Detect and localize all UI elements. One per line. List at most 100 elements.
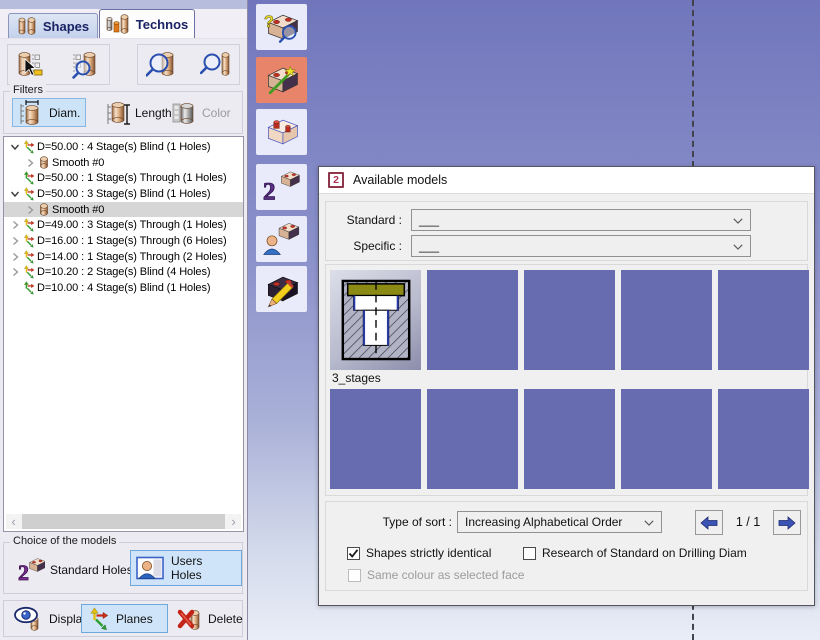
standard-holes-button[interactable]: 2 Standard Holes <box>12 552 138 588</box>
checked-checkbox-icon[interactable] <box>347 547 360 560</box>
query-models-button[interactable]: ? <box>256 4 307 50</box>
filters-group: Diam. Length Color <box>3 91 243 134</box>
tab-shapes[interactable]: Shapes <box>8 13 98 38</box>
planes-arrows-icon <box>87 607 111 631</box>
checkbox-shapes-strictly-identical[interactable]: Shapes strictly identical <box>347 546 491 560</box>
tab-technos[interactable]: Technos <box>99 9 195 38</box>
arrow-left-icon <box>700 516 718 530</box>
dialog-title: Available models <box>353 173 447 187</box>
model-tile-3-stages[interactable] <box>330 270 421 370</box>
tree-item[interactable]: D=50.00 : 1 Stage(s) Through (1 Holes) <box>4 170 243 186</box>
empty-model-slot[interactable] <box>621 270 712 370</box>
actions-group: Display Planes Delete <box>3 600 243 637</box>
tree-horizontal-scrollbar[interactable]: ‹ › <box>6 514 241 529</box>
unchecked-checkbox-icon[interactable] <box>523 547 536 560</box>
block-faces-icon <box>262 113 302 151</box>
locate-hole-in-tree-button[interactable] <box>65 48 107 82</box>
scrollbar-thumb[interactable] <box>22 514 225 529</box>
tree-item[interactable]: D=50.00 : 4 Stage(s) Blind (1 Holes) <box>4 139 243 155</box>
empty-model-slot[interactable] <box>427 270 518 370</box>
empty-model-slot[interactable] <box>718 270 809 370</box>
hole-green-icon <box>21 281 37 295</box>
tree-item[interactable]: D=14.00 : 1 Stage(s) Through (2 Holes) <box>4 249 243 265</box>
empty-model-slot[interactable] <box>330 389 421 489</box>
chevron-right-icon[interactable] <box>8 267 21 277</box>
specific-label: Specific : <box>328 239 411 253</box>
tree-item-label: D=50.00 : 1 Stage(s) Through (1 Holes) <box>37 172 227 184</box>
chevron-right-icon[interactable] <box>8 236 21 246</box>
previous-page-button[interactable] <box>695 510 723 535</box>
tree-item[interactable]: D=16.00 : 1 Stage(s) Through (6 Holes) <box>4 233 243 249</box>
users-holes-button[interactable]: Users Holes <box>130 550 242 586</box>
page-indicator: 1 / 1 <box>725 515 771 529</box>
chevron-down-icon[interactable] <box>8 142 21 152</box>
tree-item-label: D=16.00 : 1 Stage(s) Through (6 Holes) <box>37 235 227 247</box>
tree-item[interactable]: D=10.20 : 2 Stage(s) Blind (4 Holes) <box>4 265 243 281</box>
sort-label: Type of sort : <box>346 515 452 529</box>
tree-item-label: Smooth #0 <box>52 157 104 169</box>
chevron-down-icon <box>644 520 654 526</box>
pick-hole-tree-icon <box>16 51 48 79</box>
zoom-on-hole-button[interactable] <box>141 48 183 82</box>
empty-model-slot[interactable] <box>427 389 518 489</box>
planes-label: Planes <box>116 612 153 626</box>
checkbox-research-standard-drilling-diam[interactable]: Research of Standard on Drilling Diam <box>523 546 747 560</box>
tree-item-label: D=50.00 : 3 Stage(s) Blind (1 Holes) <box>37 188 210 200</box>
chevron-right-icon[interactable] <box>23 158 36 168</box>
block-user-icon <box>262 220 302 258</box>
sort-select[interactable]: Increasing Alphabetical Order <box>457 511 662 533</box>
tree-item-label: D=50.00 : 4 Stage(s) Blind (1 Holes) <box>37 141 210 153</box>
specific-select[interactable]: ___ <box>411 235 751 257</box>
shapes-icon <box>17 16 37 36</box>
models-grid-group: 3_stages <box>325 264 808 496</box>
chevron-right-icon[interactable] <box>8 220 21 230</box>
tree-item-label: D=49.00 : 3 Stage(s) Through (1 Holes) <box>37 219 227 231</box>
holes-tree: D=50.00 : 4 Stage(s) Blind (1 Holes) Smo… <box>3 136 244 532</box>
zoom-fit-hole-button[interactable] <box>195 48 237 82</box>
edit-models-button[interactable] <box>256 266 307 312</box>
chevron-right-icon[interactable] <box>23 205 36 215</box>
application-window: Shapes Technos <box>0 0 820 640</box>
length-filter-icon <box>104 99 130 126</box>
filter-diam-button[interactable]: Diam. <box>12 98 86 127</box>
magnifier-cylinder-icon <box>146 51 178 78</box>
tree-item[interactable]: D=49.00 : 3 Stage(s) Through (1 Holes) <box>4 217 243 233</box>
empty-model-slot[interactable] <box>718 389 809 489</box>
standard-models-button[interactable]: 2 <box>256 164 307 210</box>
dialog-titlebar[interactable]: 2 Available models <box>319 167 814 194</box>
svg-text:2: 2 <box>262 177 275 206</box>
choice-of-models-group: 2 Standard Holes Users Holes <box>3 542 243 594</box>
tree-item[interactable]: Smooth #0 <box>4 202 243 218</box>
unchecked-checkbox-icon <box>348 569 361 582</box>
empty-model-slot[interactable] <box>524 270 615 370</box>
block-two-icon: 2 <box>262 168 302 206</box>
hole-yellow-icon <box>21 234 37 248</box>
scroll-right-arrow[interactable]: › <box>226 514 241 529</box>
available-models-icon: 2 <box>328 172 344 188</box>
chevron-right-icon[interactable] <box>8 252 21 262</box>
standard-select[interactable]: ___ <box>411 209 751 231</box>
user-models-button[interactable] <box>256 216 307 262</box>
users-holes-icon <box>136 556 166 580</box>
next-page-button[interactable] <box>773 510 801 535</box>
tab-technos-label: Technos <box>136 17 189 32</box>
hole-yellow-icon <box>21 250 37 264</box>
create-models-button[interactable] <box>256 57 307 103</box>
technos-icon <box>106 14 130 34</box>
chevron-down-icon[interactable] <box>8 189 21 199</box>
delete-button[interactable]: Delete <box>172 604 248 633</box>
select-hole-in-tree-button[interactable] <box>11 48 53 82</box>
empty-model-slot[interactable] <box>621 389 712 489</box>
tree-item[interactable]: D=50.00 : 3 Stage(s) Blind (1 Holes) <box>4 186 243 202</box>
standard-holes-label: Standard Holes <box>50 563 133 577</box>
hole-green-icon <box>21 171 37 185</box>
tree-item[interactable]: Smooth #0 <box>4 155 243 171</box>
faces-models-button[interactable] <box>256 109 307 155</box>
planes-button[interactable]: Planes <box>81 604 168 633</box>
scroll-left-arrow[interactable]: ‹ <box>6 514 21 529</box>
choice-group-label: Choice of the models <box>10 535 119 547</box>
color-filter-icon <box>171 99 197 126</box>
tree-item[interactable]: D=10.00 : 4 Stage(s) Blind (1 Holes) <box>4 280 243 296</box>
empty-model-slot[interactable] <box>524 389 615 489</box>
svg-text:2: 2 <box>18 560 29 583</box>
